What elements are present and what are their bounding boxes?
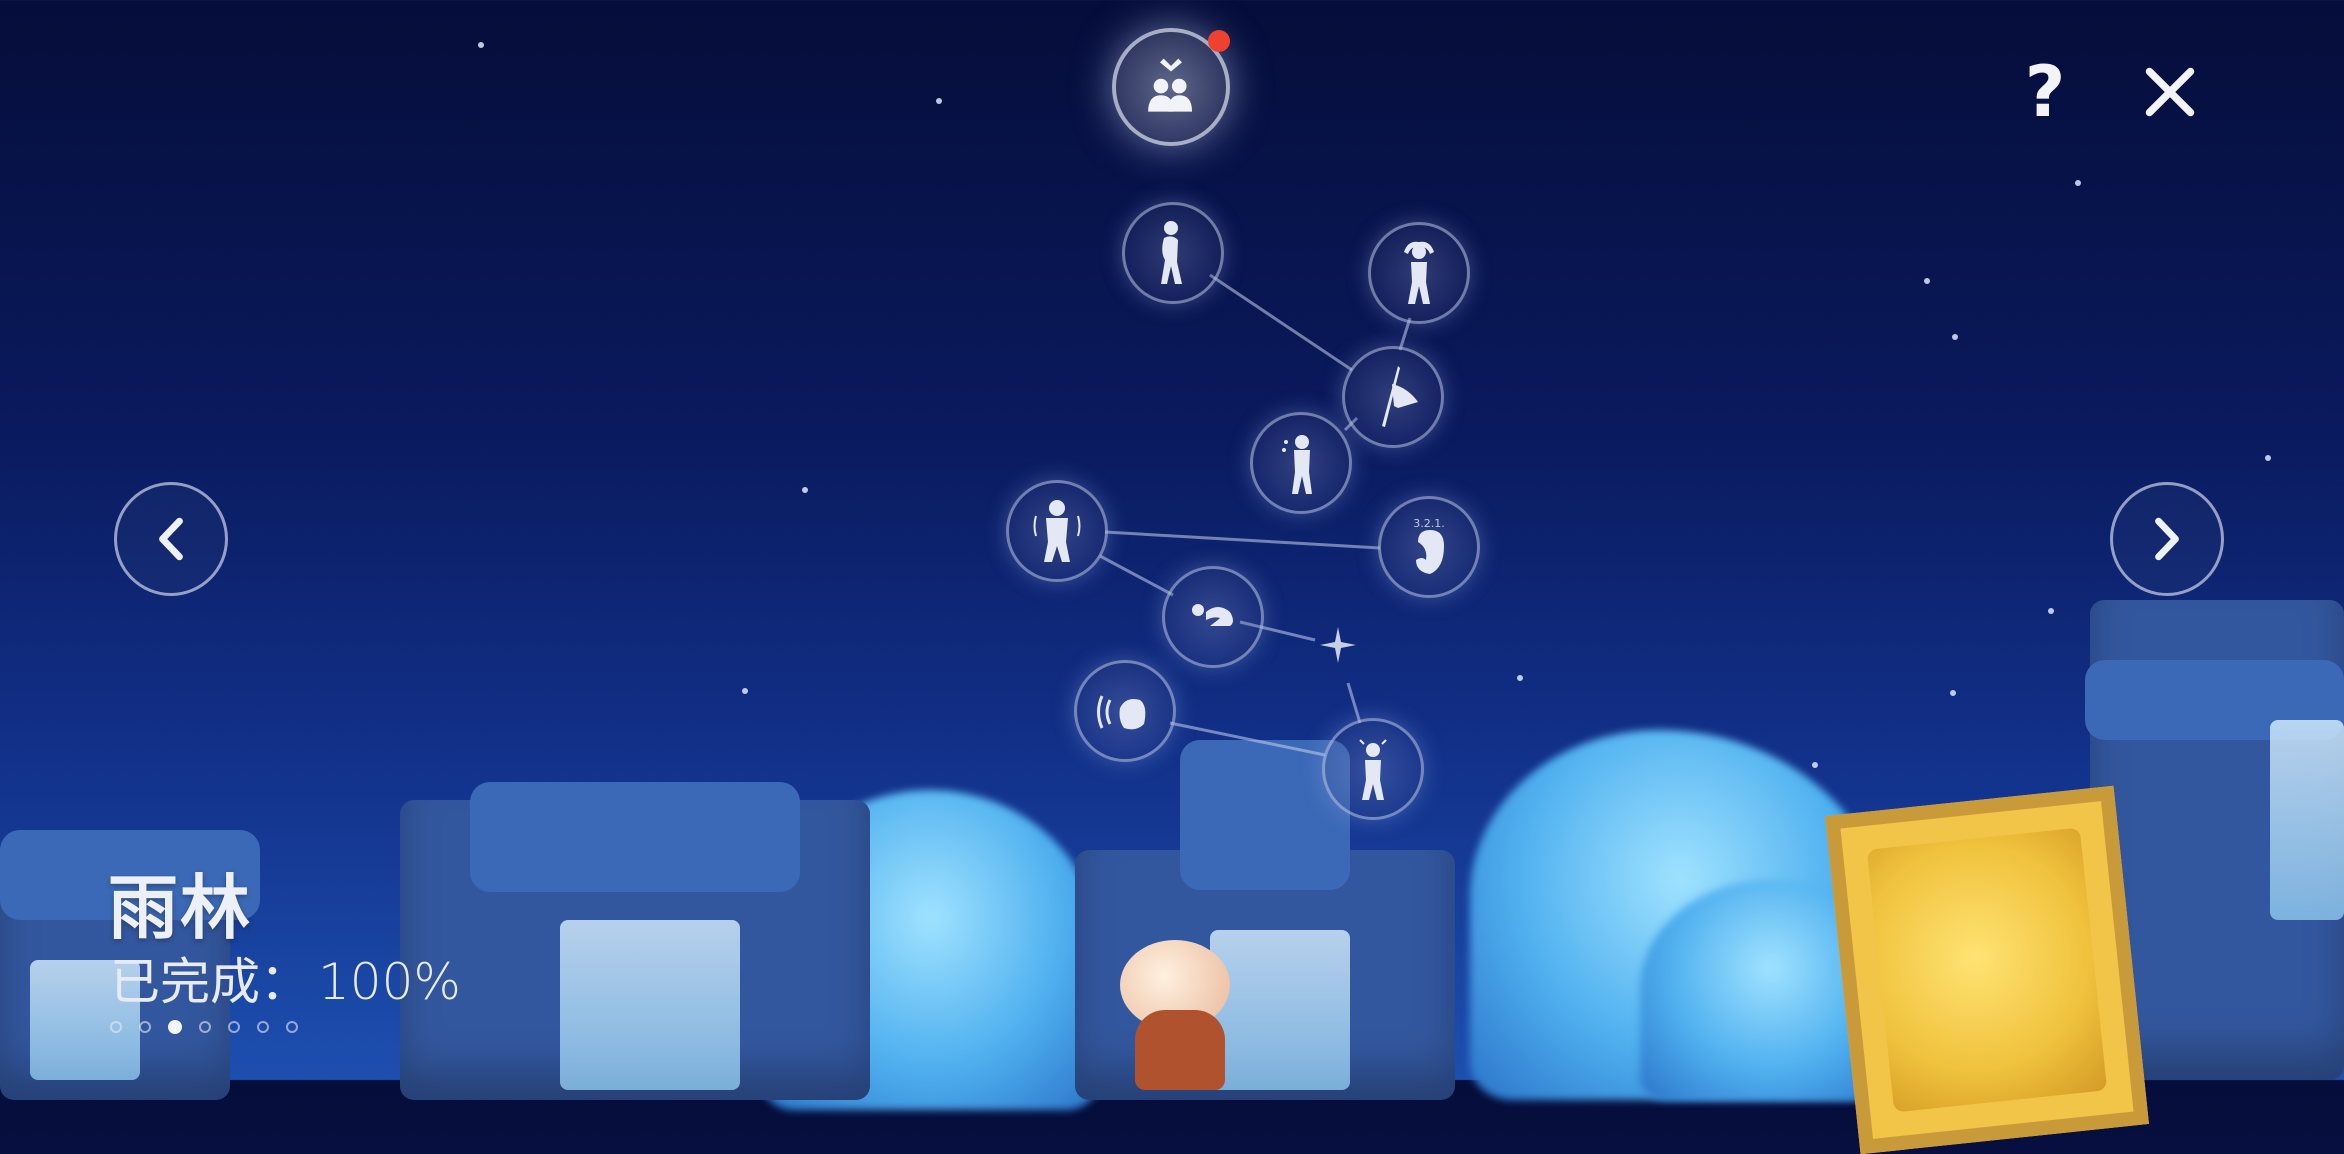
countdown-label: 3.2.1. — [1413, 517, 1445, 530]
spirit-node-crying[interactable] — [1250, 412, 1352, 514]
spirit-node-bow[interactable] — [1162, 566, 1264, 668]
page-dot — [257, 1021, 269, 1033]
constellation-line — [1104, 530, 1381, 550]
fishing-net-icon — [1382, 366, 1418, 427]
hands-on-head-icon — [1404, 241, 1434, 304]
page-dot — [228, 1021, 240, 1033]
page-dot — [199, 1021, 211, 1033]
constellation-lines — [1099, 273, 1412, 757]
constellation-line — [1209, 273, 1353, 372]
page-dot-active — [168, 1020, 182, 1034]
shy-pose-icon — [1161, 221, 1182, 284]
spirit-node-shivering[interactable] — [1006, 480, 1108, 582]
page-dot — [139, 1021, 151, 1033]
page-dot — [110, 1021, 122, 1033]
constellation-line — [1099, 554, 1174, 597]
sparkle-icon — [1318, 625, 1358, 665]
crying-pose-icon — [1282, 435, 1312, 494]
close-button[interactable] — [2130, 52, 2210, 132]
spirit-node-shy[interactable] — [1122, 202, 1224, 304]
close-icon — [2145, 67, 2195, 117]
constellation-line — [1169, 721, 1326, 757]
angry-pose-icon — [1359, 739, 1387, 800]
spirit-node-shout[interactable] — [1074, 660, 1176, 762]
spirit-node-countdown[interactable]: 3.2.1. — [1378, 496, 1480, 598]
spirit-node-net[interactable] — [1342, 346, 1444, 448]
shivering-pose-icon — [1033, 500, 1081, 562]
bow-sleeping-icon — [1192, 604, 1233, 626]
game-scene: 3.2.1. ? 雨林 已完成： 100% — [0, 0, 2344, 1154]
realm-progress: 已完成： 100% — [110, 942, 461, 1014]
realm-name: 雨林 — [108, 867, 252, 949]
realm-page-indicator — [110, 1020, 298, 1034]
chevron-left-icon — [159, 517, 183, 561]
previous-realm-button[interactable] — [114, 482, 228, 596]
chevron-right-icon — [2155, 517, 2179, 561]
progress-value: 100% — [318, 953, 461, 1011]
notification-dot — [1208, 30, 1230, 52]
page-dot — [286, 1021, 298, 1033]
friends-icon — [1148, 58, 1193, 112]
spirit-node-angry[interactable] — [1322, 718, 1424, 820]
next-realm-button[interactable] — [2110, 482, 2224, 596]
spirit-node-hands-on-head[interactable] — [1368, 222, 1470, 324]
progress-label: 已完成： — [110, 953, 310, 1011]
shout-hand-icon — [1097, 695, 1146, 730]
constellation-line — [1346, 682, 1362, 724]
help-button[interactable]: ? — [2010, 51, 2080, 133]
